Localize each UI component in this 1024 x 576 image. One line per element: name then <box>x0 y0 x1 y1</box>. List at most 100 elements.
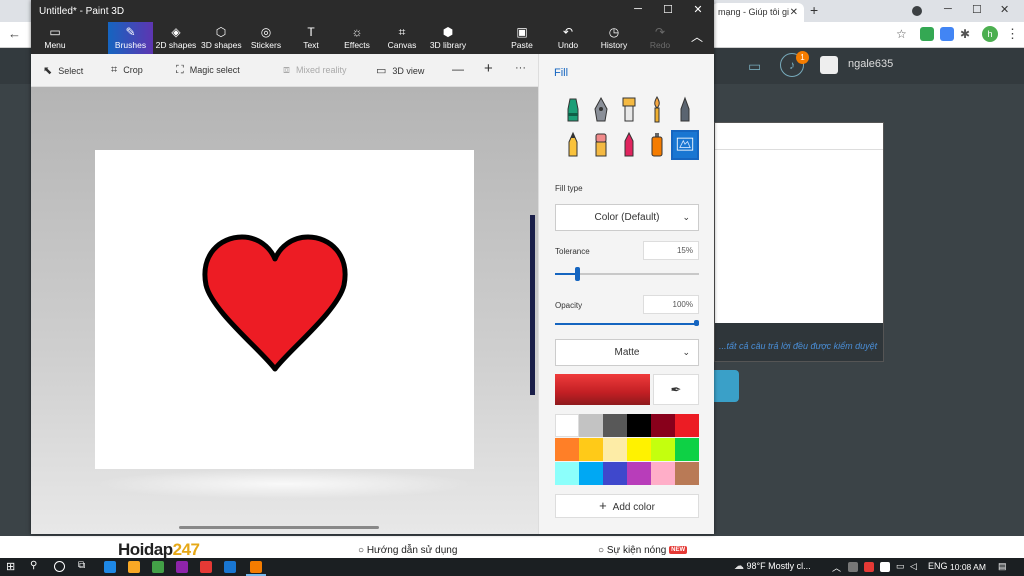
start-icon[interactable]: ⊞ <box>6 560 15 573</box>
browser-close-button[interactable]: ✕ <box>1000 3 1009 16</box>
palette-swatch[interactable] <box>627 462 651 485</box>
palette-swatch[interactable] <box>603 462 627 485</box>
minimize-button[interactable]: ─ <box>623 3 653 15</box>
library3d-tab[interactable]: ⬢ 3D library <box>429 22 467 54</box>
tray-chevron-icon[interactable]: ︿ <box>832 561 841 574</box>
palette-swatch[interactable] <box>579 438 603 461</box>
opacity-slider[interactable] <box>555 320 699 326</box>
pencil-brush[interactable] <box>559 130 587 160</box>
tolerance-slider[interactable] <box>555 267 699 281</box>
extensions-puzzle-icon[interactable]: ✱ <box>960 27 974 41</box>
browser-avatar[interactable]: h <box>982 26 998 42</box>
file-explorer-icon[interactable] <box>128 561 140 573</box>
volume-icon[interactable]: ◁ <box>910 561 917 572</box>
browser-maximize-button[interactable]: ☐ <box>972 3 982 16</box>
browser-tab[interactable]: mạng - Giúp tôi gi ✕ <box>712 3 804 22</box>
palette-swatch[interactable] <box>555 414 579 437</box>
guide-link[interactable]: ○ Hướng dẫn sử dụng <box>358 545 457 556</box>
site-logo[interactable]: Hoidap247 <box>118 540 200 560</box>
weather-widget[interactable]: ☁ 98°F Mostly cl... <box>734 561 811 572</box>
tray-icon-2[interactable] <box>864 562 874 572</box>
canvas[interactable] <box>95 150 474 469</box>
network-icon[interactable]: ▭ <box>896 561 905 572</box>
effects-tab[interactable]: ☼ Effects <box>341 22 373 54</box>
opacity-slider-thumb[interactable] <box>694 320 699 326</box>
cortana-icon[interactable] <box>54 561 65 572</box>
extension-shield-icon[interactable] <box>920 27 934 41</box>
calligraphy-pen-brush[interactable] <box>587 95 615 125</box>
tray-icon-1[interactable] <box>848 562 858 572</box>
fill-type-dropdown[interactable]: Color (Default) ⌄ <box>555 204 699 231</box>
palette-swatch[interactable] <box>675 462 699 485</box>
stickers-tab[interactable]: ◎ Stickers <box>247 22 285 54</box>
add-color-button[interactable]: + Add color <box>555 494 699 518</box>
palette-swatch[interactable] <box>603 438 627 461</box>
eyedropper-icon[interactable]: ✒ <box>653 374 699 405</box>
app-icon-1[interactable] <box>176 561 188 573</box>
heart-shape[interactable] <box>202 233 348 375</box>
palette-swatch[interactable] <box>675 414 699 437</box>
edge-icon[interactable] <box>104 561 116 573</box>
palette-swatch[interactable] <box>651 414 675 437</box>
search-icon[interactable]: ⚲ <box>30 560 37 571</box>
palette-swatch[interactable] <box>651 438 675 461</box>
more-options-icon[interactable]: ··· <box>515 62 526 74</box>
submit-answer-button[interactable] <box>714 370 739 402</box>
spray-can-brush[interactable] <box>643 130 671 160</box>
browser-menu-icon[interactable]: ⋮ <box>1006 26 1019 42</box>
palette-swatch[interactable] <box>603 414 627 437</box>
tray-icon-3[interactable] <box>880 562 890 572</box>
chrome-icon[interactable] <box>152 561 164 573</box>
browser-tab-close-icon[interactable]: ✕ <box>790 3 798 22</box>
undo-button[interactable]: ↶ Undo <box>555 22 581 54</box>
shapes2d-tab[interactable]: ◈ 2D shapes <box>155 22 197 54</box>
bookmark-star-icon[interactable]: ☆ <box>896 27 910 41</box>
redo-button[interactable]: ↷ Redo <box>647 22 673 54</box>
crop-tool[interactable]: ⌗ Crop <box>111 64 143 77</box>
browser-minimize-button[interactable]: ─ <box>944 3 952 15</box>
opacity-value-field[interactable]: 100% <box>643 295 699 314</box>
task-view-icon[interactable]: ⧉ <box>78 560 85 571</box>
oil-brush[interactable] <box>615 95 643 125</box>
browser-profile-icon[interactable] <box>912 6 922 16</box>
paste-button[interactable]: ▣ Paste <box>509 22 535 54</box>
tolerance-value-field[interactable]: 15% <box>643 241 699 260</box>
tolerance-slider-thumb[interactable] <box>575 267 580 281</box>
maximize-button[interactable]: ☐ <box>653 3 683 16</box>
answer-editor[interactable] <box>715 123 883 323</box>
zoom-out-button[interactable]: — <box>452 62 464 76</box>
shapes3d-tab[interactable]: ⬡ 3D shapes <box>201 22 242 54</box>
eraser-brush[interactable] <box>587 130 615 160</box>
language-indicator[interactable]: ENG <box>928 561 948 571</box>
palette-swatch[interactable] <box>651 462 675 485</box>
finish-dropdown[interactable]: Matte ⌄ <box>555 339 699 366</box>
chat-icon[interactable]: ▭ <box>748 58 761 75</box>
crayon-brush[interactable] <box>615 130 643 160</box>
browser-new-tab-button[interactable]: + <box>810 2 818 18</box>
palette-swatch[interactable] <box>627 414 651 437</box>
palette-swatch[interactable] <box>555 462 579 485</box>
user-name[interactable]: ngale635 <box>848 58 893 70</box>
palette-swatch[interactable] <box>579 414 603 437</box>
clock[interactable]: 10:08 AM <box>950 562 986 572</box>
palette-swatch[interactable] <box>675 438 699 461</box>
canvas-tab[interactable]: ⌗ Canvas <box>387 22 417 54</box>
view3d-tool[interactable]: ▭ 3D view <box>376 64 424 77</box>
text-tab[interactable]: T Text <box>297 22 325 54</box>
marker-brush[interactable] <box>559 95 587 125</box>
pixel-pen-brush[interactable] <box>671 95 699 125</box>
action-center-icon[interactable]: ▤ <box>998 561 1007 572</box>
magic-select-tool[interactable]: ⛶ Magic select <box>176 64 240 77</box>
zoom-in-button[interactable]: + <box>484 60 493 77</box>
palette-swatch[interactable] <box>579 462 603 485</box>
menu-button[interactable]: ▭ Menu <box>37 22 73 54</box>
close-button[interactable]: ✕ <box>683 3 713 16</box>
user-avatar[interactable] <box>820 56 838 74</box>
select-tool[interactable]: ⬉ Select <box>43 64 83 77</box>
collapse-ribbon-button[interactable]: ︿ <box>687 22 707 54</box>
events-link[interactable]: ○ Sự kiện nóng NEW <box>598 545 688 556</box>
app-icon-2[interactable] <box>200 561 212 573</box>
palette-swatch[interactable] <box>627 438 651 461</box>
brushes-tab[interactable]: ✎ Brushes <box>108 22 153 54</box>
app-icon-3[interactable] <box>224 561 236 573</box>
